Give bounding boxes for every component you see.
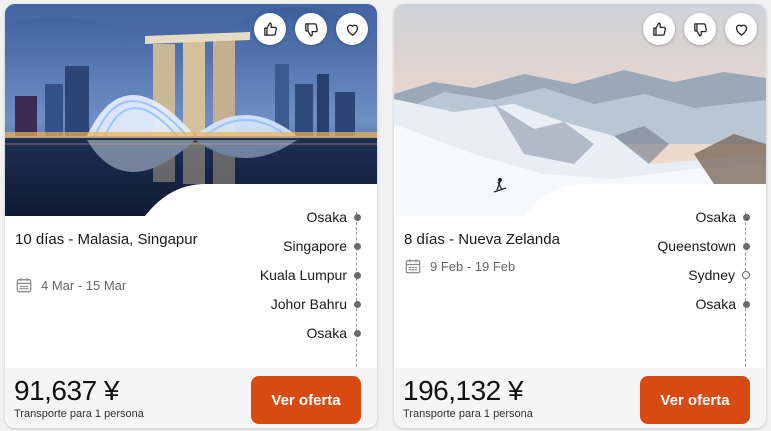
route-dot <box>354 242 361 250</box>
route-line <box>356 212 357 372</box>
calendar-icon <box>405 259 421 274</box>
price: 196,132 ¥ <box>403 375 524 406</box>
travel-dates: 4 Mar - 15 Mar <box>15 276 126 294</box>
travel-dates-text: 9 Feb - 19 Feb <box>430 258 516 274</box>
thumbs-up-icon <box>652 21 666 36</box>
offer-footer: 91,637 ¥ Transporte para 1 persona Ver o… <box>5 368 377 428</box>
thumbs-down-icon <box>693 22 707 37</box>
route-dot <box>743 242 750 250</box>
route-stop-label: Osaka <box>695 296 736 312</box>
route-stop-label: Kuala Lumpur <box>259 267 347 283</box>
route-stop: Kuala Lumpur <box>260 267 361 283</box>
route-stop: Sydney <box>688 267 750 283</box>
route-dot <box>354 300 361 308</box>
travel-dates: 9 Feb - 19 Feb <box>404 257 515 275</box>
dislike-button[interactable] <box>295 13 327 45</box>
offer-title: 10 días - Malasia, Singapur <box>15 231 198 248</box>
like-button[interactable] <box>254 13 286 45</box>
route-stop: Queenstown <box>657 238 750 254</box>
price-note: Transporte para 1 persona <box>14 408 144 420</box>
card-actions <box>643 13 757 45</box>
route-stop-label: Osaka <box>306 209 347 225</box>
card-actions <box>254 13 368 45</box>
route-dot-hollow <box>742 271 750 279</box>
route-dot <box>743 213 750 221</box>
route-stop: Osaka <box>696 209 750 225</box>
calendar-icon <box>16 278 32 293</box>
route-stop-label: Osaka <box>306 325 347 341</box>
route-dot <box>354 329 361 337</box>
route-dot <box>354 213 361 221</box>
price: 91,637 ¥ <box>14 375 120 406</box>
route-dot <box>743 300 750 308</box>
route-stop-label: Johor Bahru <box>270 296 347 312</box>
heart-icon <box>346 24 358 36</box>
offer-card[interactable]: 8 días - Nueva Zelanda 9 Feb - 19 Feb Os… <box>394 4 766 428</box>
route-dot <box>354 271 361 279</box>
route-stop: Osaka <box>307 209 361 225</box>
route-stop-label: Sydney <box>688 267 735 283</box>
offer-card[interactable]: 10 días - Malasia, Singapur 4 Mar - 15 M… <box>5 4 377 428</box>
travel-dates-text: 4 Mar - 15 Mar <box>41 277 127 293</box>
route-stop: Singapore <box>283 238 361 254</box>
offer-title: 8 días - Nueva Zelanda <box>404 231 560 248</box>
favorite-button[interactable] <box>336 13 368 45</box>
thumbs-down-icon <box>304 22 318 37</box>
route-stop-label: Singapore <box>283 238 347 254</box>
favorite-button[interactable] <box>725 13 757 45</box>
route-stop: Johor Bahru <box>271 296 361 312</box>
offer-footer: 196,132 ¥ Transporte para 1 persona Ver … <box>394 368 766 428</box>
route-stop: Osaka <box>696 296 750 312</box>
like-button[interactable] <box>643 13 675 45</box>
route-stop-label: Osaka <box>695 209 736 225</box>
thumbs-up-icon <box>263 21 277 36</box>
route-line <box>745 212 746 372</box>
heart-icon <box>735 24 747 36</box>
route-stop-label: Queenstown <box>657 238 736 254</box>
view-offer-button[interactable]: Ver oferta <box>640 376 750 424</box>
route-stop: Osaka <box>307 325 361 341</box>
dislike-button[interactable] <box>684 13 716 45</box>
price-note: Transporte para 1 persona <box>403 408 533 420</box>
view-offer-button[interactable]: Ver oferta <box>251 376 361 424</box>
